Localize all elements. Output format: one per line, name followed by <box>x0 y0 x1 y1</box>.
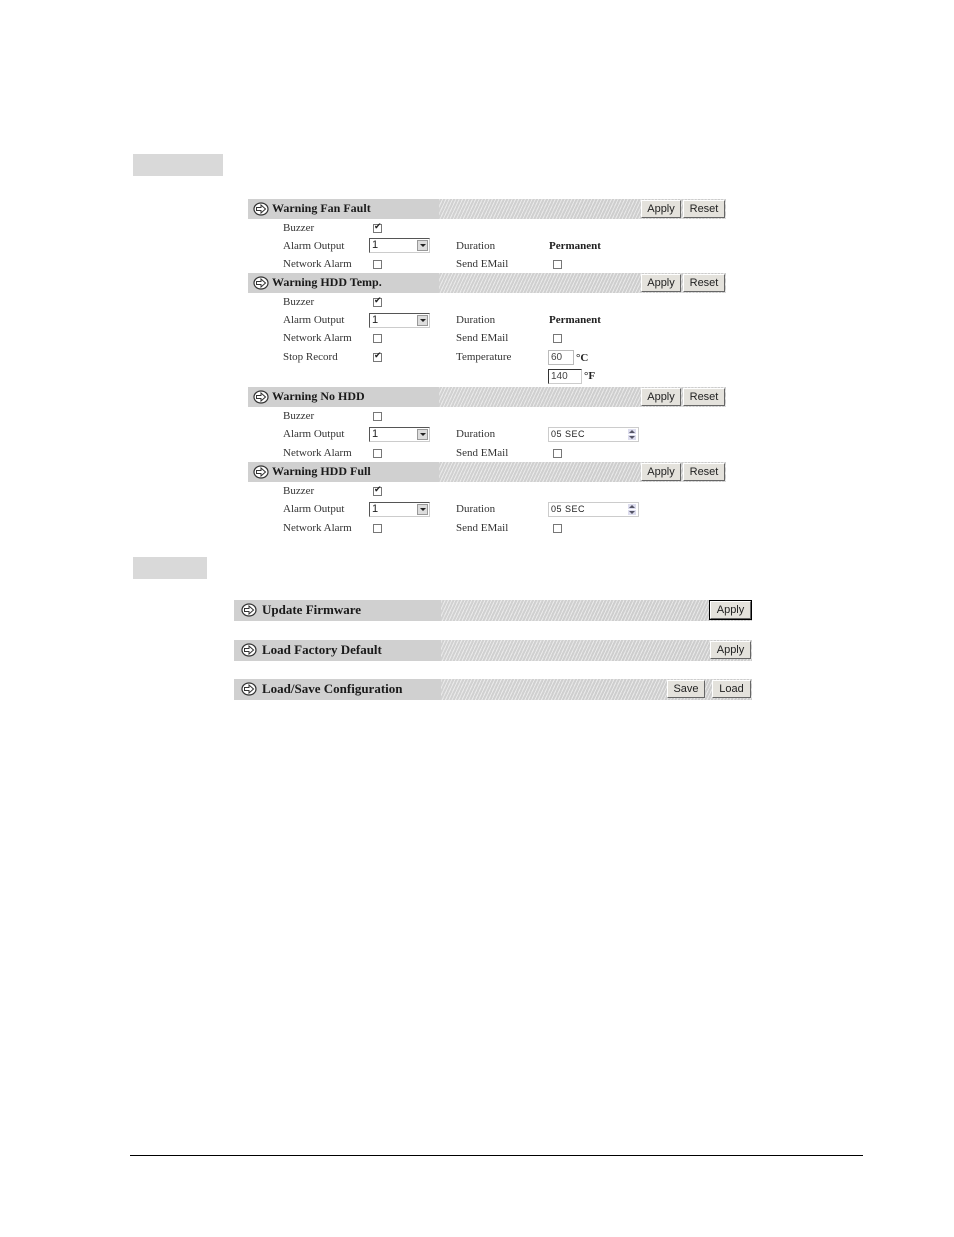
panel-header-no-hdd: Warning No HDD Apply Reset <box>248 387 726 407</box>
network-alarm-label: Network Alarm <box>283 522 352 534</box>
chevron-down-icon[interactable] <box>417 429 428 440</box>
send-email-label: Send EMail <box>456 447 509 459</box>
panel-title: Warning HDD Full <box>272 464 371 478</box>
alarm-output-value: 1 <box>372 428 379 440</box>
alarm-output-value: 1 <box>372 314 379 326</box>
spin-up-icon[interactable] <box>628 429 636 434</box>
network-alarm-label: Network Alarm <box>283 332 352 344</box>
apply-button[interactable]: Apply <box>641 463 681 481</box>
send-email-checkbox[interactable] <box>553 524 562 533</box>
alarm-output-value: 1 <box>372 503 379 515</box>
duration-spinner[interactable]: 05 SEC <box>548 427 639 442</box>
apply-button[interactable]: Apply <box>641 200 681 218</box>
send-email-label: Send EMail <box>456 332 509 344</box>
stop-record-label: Stop Record <box>283 351 338 363</box>
temperature-label: Temperature <box>456 351 512 363</box>
duration-value: 05 SEC <box>551 429 586 439</box>
network-alarm-checkbox[interactable] <box>373 449 382 458</box>
chevron-down-icon[interactable] <box>417 504 428 515</box>
alarm-output-label: Alarm Output <box>283 503 345 515</box>
panel-title: Load/Save Configuration <box>262 681 403 696</box>
panel-header-hdd-full: Warning HDD Full Apply Reset <box>248 462 726 482</box>
reset-button[interactable]: Reset <box>683 388 725 406</box>
footer-divider <box>130 1155 863 1156</box>
section-heading-system-placeholder <box>133 557 207 579</box>
network-alarm-label: Network Alarm <box>283 447 352 459</box>
send-email-label: Send EMail <box>456 522 509 534</box>
panel-title: Update Firmware <box>262 602 362 617</box>
alarm-output-label: Alarm Output <box>283 240 345 252</box>
panel-header-hdd-temp: Warning HDD Temp. Apply Reset <box>248 273 726 293</box>
spin-up-icon[interactable] <box>628 504 636 509</box>
panel-header-fan-fault: Warning Fan Fault Apply Reset <box>248 199 726 219</box>
send-email-checkbox[interactable] <box>553 449 562 458</box>
arrow-right-circle-icon <box>241 682 257 696</box>
duration-value: Permanent <box>549 314 601 326</box>
panel-header-update-firmware: Update Firmware Apply <box>234 600 752 621</box>
spin-down-icon[interactable] <box>628 510 636 515</box>
reset-button[interactable]: Reset <box>683 200 725 218</box>
duration-label: Duration <box>456 314 496 326</box>
section-heading-alarm-placeholder <box>133 154 223 176</box>
buzzer-checkbox[interactable] <box>373 412 382 421</box>
arrow-right-circle-icon <box>253 390 269 404</box>
network-alarm-label: Network Alarm <box>283 258 352 270</box>
reset-button[interactable]: Reset <box>683 463 725 481</box>
alarm-output-select[interactable]: 1 <box>369 238 430 253</box>
send-email-checkbox[interactable] <box>553 334 562 343</box>
panel-title: Warning HDD Temp. <box>272 275 382 289</box>
reset-button[interactable]: Reset <box>683 274 725 292</box>
network-alarm-checkbox[interactable] <box>373 334 382 343</box>
panel-header-load-factory-default: Load Factory Default Apply <box>234 640 752 661</box>
apply-button[interactable]: Apply <box>641 274 681 292</box>
send-email-checkbox[interactable] <box>553 260 562 269</box>
alarm-output-label: Alarm Output <box>283 314 345 326</box>
apply-button[interactable]: Apply <box>709 600 752 620</box>
duration-value: 05 SEC <box>551 504 586 514</box>
apply-button[interactable]: Apply <box>710 641 751 659</box>
celsius-unit: °C <box>576 352 589 364</box>
alarm-output-select[interactable]: 1 <box>369 502 430 517</box>
panel-title: Load Factory Default <box>262 642 382 657</box>
duration-label: Duration <box>456 503 496 515</box>
load-button[interactable]: Load <box>712 680 751 698</box>
apply-button[interactable]: Apply <box>641 388 681 406</box>
buzzer-checkbox[interactable] <box>373 296 382 307</box>
arrow-right-circle-icon <box>253 465 269 479</box>
duration-label: Duration <box>456 428 496 440</box>
alarm-output-label: Alarm Output <box>283 428 345 440</box>
buzzer-label: Buzzer <box>283 410 315 422</box>
chevron-down-icon[interactable] <box>417 315 428 326</box>
duration-spinner[interactable]: 05 SEC <box>548 502 639 517</box>
arrow-right-circle-icon <box>253 276 269 290</box>
panel-title: Warning Fan Fault <box>272 201 371 215</box>
alarm-output-value: 1 <box>372 239 379 251</box>
buzzer-label: Buzzer <box>283 222 315 234</box>
buzzer-checkbox[interactable] <box>373 485 382 496</box>
arrow-right-circle-icon <box>241 603 257 617</box>
chevron-down-icon[interactable] <box>417 240 428 251</box>
save-button[interactable]: Save <box>667 680 705 698</box>
temperature-celsius-input[interactable]: 60 <box>548 350 574 365</box>
arrow-right-circle-icon <box>253 202 269 216</box>
panel-header-load-save-configuration: Load/Save Configuration Save Load <box>234 679 752 700</box>
buzzer-checkbox[interactable] <box>373 222 382 233</box>
duration-label: Duration <box>456 240 496 252</box>
duration-value: Permanent <box>549 240 601 252</box>
send-email-label: Send EMail <box>456 258 509 270</box>
spin-down-icon[interactable] <box>628 435 636 440</box>
network-alarm-checkbox[interactable] <box>373 524 382 533</box>
buzzer-label: Buzzer <box>283 485 315 497</box>
network-alarm-checkbox[interactable] <box>373 260 382 269</box>
stop-record-checkbox[interactable] <box>373 351 382 362</box>
panel-title: Warning No HDD <box>272 389 365 403</box>
arrow-right-circle-icon <box>241 643 257 657</box>
alarm-output-select[interactable]: 1 <box>369 313 430 328</box>
temperature-fahrenheit-input[interactable]: 140 <box>548 369 582 384</box>
buzzer-label: Buzzer <box>283 296 315 308</box>
alarm-output-select[interactable]: 1 <box>369 427 430 442</box>
fahrenheit-unit: °F <box>584 370 596 382</box>
